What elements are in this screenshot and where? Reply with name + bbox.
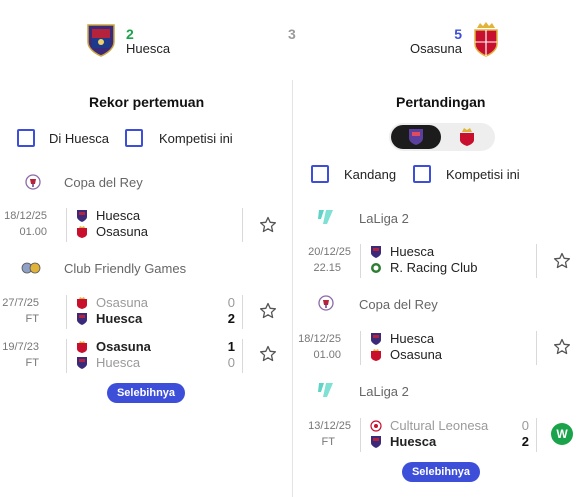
home-team: Huesca [390,331,435,346]
away-team: Huesca [96,355,141,370]
home-wins-count: 2 [126,26,134,42]
home-team: Huesca [390,244,435,259]
filter-home-label[interactable]: Kandang [344,167,396,182]
match-status: FT [25,313,39,325]
match-time: 01.00 [19,226,47,238]
home-score: 0 [521,418,529,433]
matches-section-title: Pertandingan [396,94,486,110]
filter-at-home-checkbox[interactable] [17,129,35,147]
draws-count: 3 [288,26,296,42]
huesca-crest-icon [371,333,381,345]
match-date: 27/7/25 [2,297,39,309]
home-score: 0 [227,295,235,310]
home-team: Osasuna [96,339,151,354]
competition-name[interactable]: Club Friendly Games [64,261,186,276]
huesca-crest-icon [409,129,423,145]
away-wins-count: 5 [454,26,462,42]
h2h-section-title: Rekor pertemuan [89,94,205,110]
star-icon[interactable] [259,345,277,363]
match-separator [242,208,243,242]
match-separator [66,339,67,373]
team-toggle[interactable] [389,123,495,151]
match-separator [536,331,537,365]
huesca-crest-icon[interactable] [85,22,117,58]
match-date: 19/7/23 [2,341,39,353]
match-status: FT [321,436,335,448]
away-team: Huesca [390,434,437,449]
huesca-crest-icon [77,357,87,369]
match-time: 01.00 [313,349,341,361]
osasuna-crest-icon [77,297,87,309]
match-separator [242,339,243,373]
filter-this-competition-checkbox[interactable] [413,165,431,183]
match-separator [66,208,67,242]
match-separator [360,331,361,365]
osasuna-crest-icon [77,226,87,238]
match-date: 18/12/25 [298,333,341,345]
result-badge: W [551,423,573,445]
huesca-crest-icon [371,246,381,258]
laliga-2-icon [318,383,333,397]
huesca-crest-icon [77,313,87,325]
copa-del-rey-icon [25,174,41,190]
away-team: R. Racing Club [390,260,478,275]
match-status: FT [25,357,39,369]
home-team-name[interactable]: Huesca [126,41,170,56]
match-separator [536,244,537,278]
osasuna-crest-icon[interactable] [458,127,476,147]
away-score: 2 [227,311,235,326]
huesca-crest-icon [371,436,381,448]
copa-del-rey-icon [318,295,334,311]
competition-name[interactable]: Copa del Rey [359,297,438,312]
cultural-leonesa-crest-icon [370,420,382,432]
match-separator [242,295,243,329]
osasuna-crest-icon [371,349,381,361]
match-separator [360,244,361,278]
away-team: Osasuna [96,224,149,239]
match-time: 22.15 [313,262,341,274]
match-date: 18/12/25 [4,210,47,222]
match-separator [360,418,361,452]
away-team: Huesca [96,311,143,326]
away-team: Osasuna [390,347,443,362]
competition-name[interactable]: LaLiga 2 [359,384,409,399]
home-team: Cultural Leonesa [390,418,489,433]
home-team: Osasuna [96,295,149,310]
home-team: Huesca [96,208,141,223]
racing-club-crest-icon [371,263,381,273]
filter-this-competition-label[interactable]: Kompetisi ini [159,131,233,146]
home-score: 1 [227,339,235,354]
away-score: 0 [227,355,235,370]
away-score: 2 [521,434,529,449]
match-separator [66,295,67,329]
star-icon[interactable] [259,302,277,320]
club-friendly-icon [21,262,41,274]
show-more-button[interactable]: Selebihnya [402,462,480,482]
laliga-2-icon [318,210,333,224]
away-team-name[interactable]: Osasuna [410,41,462,56]
star-icon[interactable] [553,338,571,356]
filter-home-checkbox[interactable] [311,165,329,183]
competition-name[interactable]: LaLiga 2 [359,211,409,226]
huesca-crest-icon [77,210,87,222]
show-more-button[interactable]: Selebihnya [107,383,185,403]
match-separator [536,418,537,452]
filter-at-home-label[interactable]: Di Huesca [49,131,109,146]
match-date: 20/12/25 [308,246,351,258]
star-icon[interactable] [553,252,571,270]
match-date: 13/12/25 [308,420,351,432]
competition-name[interactable]: Copa del Rey [64,175,143,190]
filter-this-competition-checkbox[interactable] [125,129,143,147]
head-to-head-header: 2 Huesca 3 5 Osasuna [0,0,586,80]
star-icon[interactable] [259,216,277,234]
filter-this-competition-label[interactable]: Kompetisi ini [446,167,520,182]
osasuna-crest-icon[interactable] [471,20,501,58]
osasuna-crest-icon [77,341,87,353]
